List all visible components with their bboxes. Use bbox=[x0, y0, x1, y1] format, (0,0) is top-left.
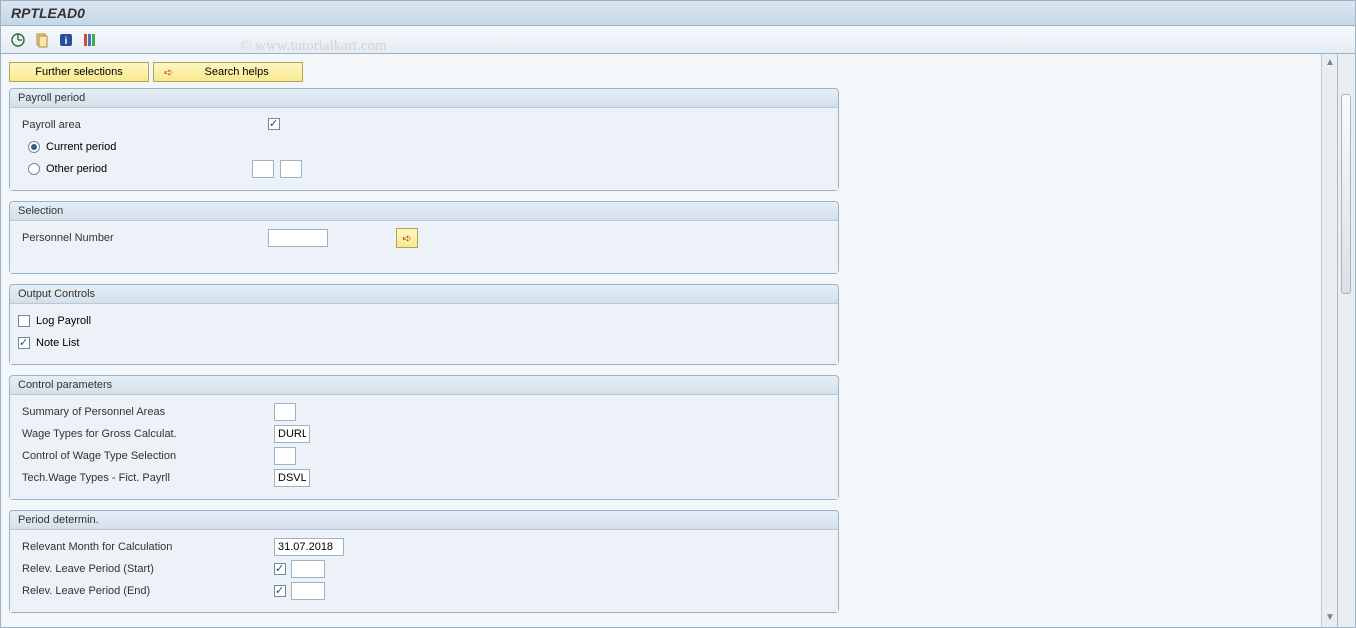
palette-icon[interactable] bbox=[81, 31, 99, 49]
tech-wage-label: Tech.Wage Types - Fict. Payrll bbox=[18, 472, 268, 484]
other-period-label: Other period bbox=[46, 163, 246, 175]
selection-header: Selection bbox=[10, 202, 838, 221]
wage-types-gross-label: Wage Types for Gross Calculat. bbox=[18, 428, 268, 440]
relev-start-input[interactable] bbox=[291, 560, 325, 578]
period-determin-group: Period determin. Relevant Month for Calc… bbox=[9, 510, 839, 613]
scrollbar-handle[interactable] bbox=[1341, 94, 1351, 294]
app-toolbar: i bbox=[0, 26, 1356, 54]
summary-personnel-label: Summary of Personnel Areas bbox=[18, 406, 268, 418]
search-helps-label: Search helps bbox=[181, 66, 292, 78]
note-list-checkbox[interactable] bbox=[18, 337, 30, 349]
personnel-number-label: Personnel Number bbox=[18, 232, 238, 244]
multiple-selection-button[interactable]: ➪ bbox=[396, 228, 418, 248]
execute-icon[interactable] bbox=[9, 31, 27, 49]
relev-start-label: Relev. Leave Period (Start) bbox=[18, 563, 268, 575]
scroll-up-arrow-icon[interactable]: ▲ bbox=[1323, 56, 1337, 70]
info-icon[interactable]: i bbox=[57, 31, 75, 49]
relevant-month-label: Relevant Month for Calculation bbox=[18, 541, 268, 553]
output-controls-header: Output Controls bbox=[10, 285, 838, 304]
selection-group: Selection Personnel Number ➪ bbox=[9, 201, 839, 274]
payroll-period-header: Payroll period bbox=[10, 89, 838, 108]
relev-end-label: Relev. Leave Period (End) bbox=[18, 585, 268, 597]
action-button-row: Further selections ➪ Search helps bbox=[9, 62, 1313, 82]
control-parameters-group: Control parameters Summary of Personnel … bbox=[9, 375, 839, 500]
payroll-area-checkbox[interactable] bbox=[268, 118, 280, 130]
scroll-down-arrow-icon[interactable]: ▼ bbox=[1323, 611, 1337, 625]
tech-wage-input[interactable] bbox=[274, 469, 310, 487]
content-wrapper: Further selections ➪ Search helps Payrol… bbox=[0, 54, 1356, 628]
log-payroll-label: Log Payroll bbox=[36, 315, 91, 327]
log-payroll-checkbox[interactable] bbox=[18, 315, 30, 327]
variant-icon[interactable] bbox=[33, 31, 51, 49]
output-controls-group: Output Controls Log Payroll Note List bbox=[9, 284, 839, 365]
payroll-period-group: Payroll period Payroll area Current peri… bbox=[9, 88, 839, 191]
personnel-number-input[interactable] bbox=[268, 229, 328, 247]
note-list-label: Note List bbox=[36, 337, 79, 349]
period-determin-header: Period determin. bbox=[10, 511, 838, 530]
wage-types-gross-input[interactable] bbox=[274, 425, 310, 443]
further-selections-label: Further selections bbox=[35, 66, 122, 78]
relev-start-checkbox[interactable] bbox=[274, 563, 286, 575]
outer-scrollbar[interactable] bbox=[1337, 54, 1355, 627]
relev-end-checkbox[interactable] bbox=[274, 585, 286, 597]
main-form: Further selections ➪ Search helps Payrol… bbox=[1, 54, 1321, 627]
other-period-input-1[interactable] bbox=[252, 160, 274, 178]
other-period-input-2[interactable] bbox=[280, 160, 302, 178]
search-helps-button[interactable]: ➪ Search helps bbox=[153, 62, 303, 82]
other-period-radio[interactable] bbox=[28, 163, 40, 175]
current-period-label: Current period bbox=[46, 141, 116, 153]
window-title: RPTLEAD0 bbox=[11, 5, 85, 21]
further-selections-button[interactable]: Further selections bbox=[9, 62, 149, 82]
relev-end-input[interactable] bbox=[291, 582, 325, 600]
arrow-right-icon: ➪ bbox=[402, 232, 411, 245]
control-wage-sel-label: Control of Wage Type Selection bbox=[18, 450, 268, 462]
control-wage-sel-input[interactable] bbox=[274, 447, 296, 465]
svg-text:i: i bbox=[65, 36, 68, 47]
window-title-bar: RPTLEAD0 bbox=[0, 0, 1356, 26]
payroll-area-label: Payroll area bbox=[18, 119, 238, 131]
current-period-radio[interactable] bbox=[28, 141, 40, 153]
relevant-month-input[interactable] bbox=[274, 538, 344, 556]
summary-personnel-input[interactable] bbox=[274, 403, 296, 421]
arrow-right-icon: ➪ bbox=[164, 66, 173, 79]
inner-scrollbar[interactable]: ▲ ▼ bbox=[1321, 54, 1337, 627]
control-parameters-header: Control parameters bbox=[10, 376, 838, 395]
